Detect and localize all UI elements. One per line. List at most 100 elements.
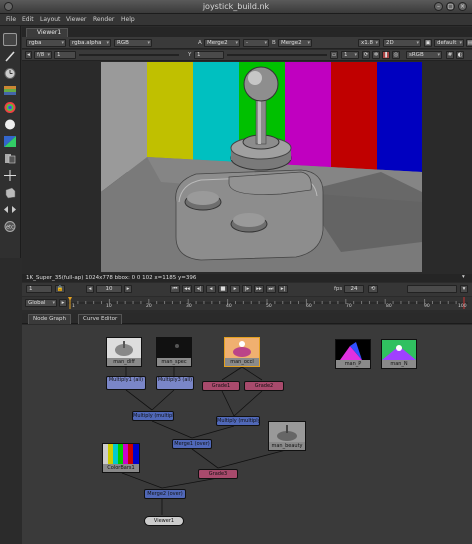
node-label-man-spec: man_spec	[157, 358, 191, 366]
gamma-field[interactable]: 1	[194, 51, 224, 59]
channels-dropdown[interactable]: rgba	[26, 39, 66, 47]
play-forward-icon[interactable]: ▸	[230, 285, 240, 293]
tick-label-40: 40	[226, 304, 232, 309]
step-value-field[interactable]: 10	[96, 285, 122, 293]
step-forward-icon[interactable]: ▸	[124, 285, 132, 293]
node-label-man-diff: man_diff	[107, 358, 141, 366]
viewer-settings-icon[interactable]: ▤	[466, 39, 472, 47]
tab-node-graph[interactable]: Node Graph	[28, 314, 71, 324]
gamma-label: Y	[188, 52, 192, 58]
menu-viewer[interactable]: Viewer	[66, 16, 86, 23]
tab-curve-editor[interactable]: Curve Editor	[78, 314, 123, 324]
node-color-bars[interactable]: ColorBars1	[102, 443, 140, 473]
maximize-icon[interactable]: □	[446, 2, 455, 11]
toolbar-other-icon[interactable]: etc	[3, 220, 17, 233]
proxy-dropdown[interactable]: 1	[341, 51, 359, 59]
toolbar-3d-icon[interactable]	[3, 186, 17, 199]
node-multiply-mult1[interactable]: Multiply (multiply)	[132, 411, 174, 421]
gain-field[interactable]: 1	[54, 51, 76, 59]
node-merge2[interactable]: Merge2 (over)	[144, 489, 186, 499]
next-frame-icon[interactable]: |▸	[242, 285, 252, 293]
toolbar-channel-icon[interactable]	[3, 84, 17, 97]
timeline-menu-icon[interactable]: ▸	[59, 299, 67, 307]
refresh-icon[interactable]: ⟳	[362, 51, 370, 59]
settings-cog-icon[interactable]: ✲	[372, 51, 380, 59]
info-toggle-icon[interactable]: ▾	[462, 274, 465, 280]
last-frame-icon[interactable]: ⏭	[266, 285, 276, 293]
timeline[interactable]: Global ▸ 1 10 20 30 40 50 60 70 80 90 10…	[22, 297, 472, 310]
tick-label-1: 1	[72, 304, 75, 309]
end-frame-field[interactable]	[407, 285, 457, 293]
step-back-icon[interactable]: ◂	[86, 285, 94, 293]
toolbar-merge-icon[interactable]	[3, 152, 17, 165]
minimize-icon[interactable]: –	[434, 2, 443, 11]
toolbar-filter-icon[interactable]	[3, 118, 17, 131]
loop-mode-icon[interactable]: ⟲	[368, 285, 378, 293]
roi-icon[interactable]: ▫	[330, 51, 338, 59]
toolbar-keyer-icon[interactable]	[3, 135, 17, 148]
compare-mode-dropdown[interactable]: -	[243, 39, 269, 47]
toolbar-transform-icon[interactable]	[3, 169, 17, 182]
node-multiply1[interactable]: Multiply1 (all)	[106, 376, 146, 390]
node-graph-canvas[interactable]: man_diff man_spec man_occl man_P man_N M…	[22, 325, 472, 544]
stop-icon[interactable]: ■	[218, 285, 228, 293]
node-multiply3[interactable]: Multiply3 (all)	[156, 376, 194, 390]
read-node-man-spec[interactable]: man_spec	[156, 337, 192, 367]
play-back-icon[interactable]: ◂	[206, 285, 216, 293]
zoom-dropdown[interactable]: x1.8	[358, 39, 380, 47]
gain-slider[interactable]	[79, 54, 179, 56]
tool-sidebar: etc	[0, 26, 21, 258]
first-frame-icon[interactable]: ⏮	[170, 285, 180, 293]
menu-render[interactable]: Render	[93, 16, 114, 23]
read-node-man-beauty[interactable]: man_beauty	[268, 421, 306, 451]
read-node-man-occl[interactable]: man_occl	[224, 337, 260, 367]
prev-key-icon[interactable]: ◂◂	[182, 285, 192, 293]
menu-file[interactable]: File	[6, 16, 16, 23]
close-icon[interactable]: ×	[458, 2, 467, 11]
lut-default-dropdown[interactable]: default	[434, 39, 464, 47]
tick-label-90: 90	[424, 304, 430, 309]
view-mode-dropdown[interactable]: 2D	[383, 39, 421, 47]
gamma-slider[interactable]	[227, 54, 327, 56]
loop-end-icon[interactable]: ▸|	[278, 285, 288, 293]
tab-viewer1[interactable]: Viewer1	[26, 28, 68, 37]
pause-icon[interactable]: ❚	[382, 51, 390, 59]
input-process-icon[interactable]: ◎	[392, 51, 400, 59]
mask-icon[interactable]: ◐	[456, 51, 464, 59]
b-input-dropdown[interactable]: Merge2	[278, 39, 312, 47]
node-viewer1[interactable]: Viewer1	[144, 516, 184, 526]
fstop-dropdown[interactable]: f/8	[34, 51, 52, 59]
read-node-man-diff[interactable]: man_diff	[106, 337, 142, 367]
frame-range-dropdown[interactable]: Global	[25, 299, 57, 307]
menu-layout[interactable]: Layout	[40, 16, 60, 23]
lock-icon[interactable]: 🔒	[55, 285, 65, 293]
display-style-dropdown[interactable]: RGB	[114, 39, 152, 47]
alpha-channel-dropdown[interactable]: rgba.alpha	[69, 39, 111, 47]
window-titlebar: joystick_build.nk – □ ×	[0, 0, 472, 14]
lut-icon[interactable]: ▣	[424, 39, 432, 47]
toolbar-select-icon[interactable]	[3, 33, 17, 46]
fps-field[interactable]: 24	[344, 285, 364, 293]
node-merge1[interactable]: Merge1 (over)	[172, 439, 212, 449]
menu-help[interactable]: Help	[121, 16, 135, 23]
node-grade3[interactable]: Grade3	[198, 469, 238, 479]
toolbar-color-icon[interactable]	[3, 101, 17, 114]
node-grade1[interactable]: Grade1	[202, 381, 240, 391]
toolbar-time-icon[interactable]	[3, 67, 17, 80]
lut-dropdown[interactable]: sRGB	[406, 51, 442, 59]
viewer-status-line: 1K_Super_35(full-ap) 1024x778 bbox: 0 0 …	[22, 274, 472, 282]
read-node-man-n[interactable]: man_N	[381, 339, 417, 369]
node-multiply-mult2[interactable]: Multiply (multiply)	[216, 416, 260, 426]
prev-frame-icon[interactable]: ◂|	[194, 285, 204, 293]
current-frame-field[interactable]: 1	[26, 285, 52, 293]
toolbar-views-icon[interactable]	[3, 203, 17, 216]
node-grade2[interactable]: Grade2	[244, 381, 284, 391]
toolbar-paint-icon[interactable]	[3, 50, 17, 63]
next-key-icon[interactable]: ▸▸	[254, 285, 264, 293]
end-frame-menu-icon[interactable]: ▾	[460, 285, 468, 293]
read-node-man-p[interactable]: man_P	[335, 339, 371, 369]
grid-icon[interactable]: #	[446, 51, 454, 59]
a-input-dropdown[interactable]: Merge2	[204, 39, 240, 47]
clipping-warning-icon[interactable]: ◂	[25, 51, 32, 59]
menu-edit[interactable]: Edit	[22, 16, 34, 23]
